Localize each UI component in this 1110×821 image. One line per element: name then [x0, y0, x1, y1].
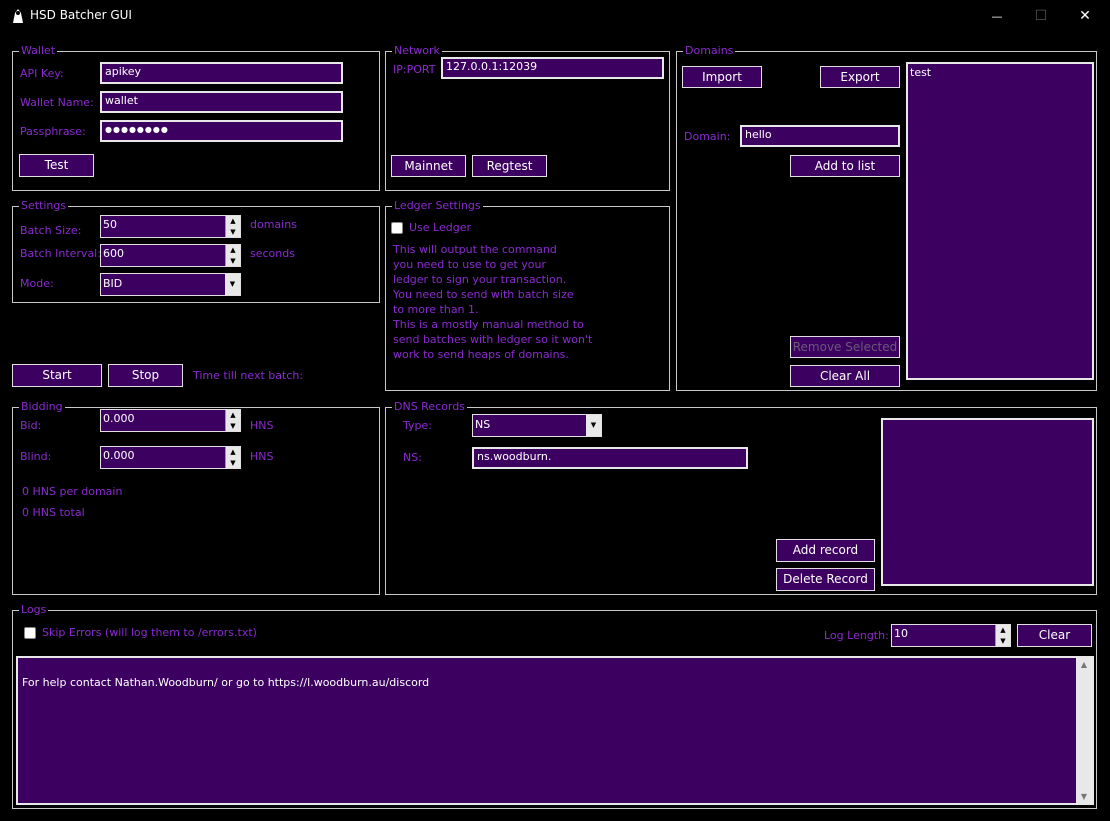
batch-size-spinbox[interactable]: 50 ▲ ▼	[100, 215, 241, 238]
spin-arrows-icon[interactable]: ▲ ▼	[225, 447, 240, 468]
minimize-button[interactable]: —	[974, 0, 1020, 32]
domain-input[interactable]: hello	[740, 125, 900, 147]
log-length-spinbox[interactable]: 10 ▲ ▼	[891, 624, 1011, 647]
start-button[interactable]: Start	[12, 364, 102, 387]
delete-record-button[interactable]: Delete Record	[776, 568, 875, 591]
record-type-label: Type:	[403, 419, 432, 432]
api-key-input[interactable]: apikey	[100, 62, 343, 84]
ledger-note-line: You need to send with batch size	[393, 288, 574, 301]
blind-spinbox[interactable]: 0.000 ▲ ▼	[100, 446, 241, 469]
api-key-label: API Key:	[20, 67, 64, 80]
passphrase-input[interactable]: ●●●●●●●●	[100, 120, 343, 142]
record-type-select[interactable]: NS ▼	[472, 414, 602, 437]
ledger-note-line: This is a mostly manual method to	[393, 318, 584, 331]
skip-errors-checkbox[interactable]	[24, 627, 36, 639]
ledger-note-line: you need to use to get your	[393, 258, 547, 271]
add-to-list-button[interactable]: Add to list	[790, 155, 900, 177]
maximize-icon: ☐	[1034, 8, 1048, 24]
blind-unit: HNS	[250, 450, 274, 463]
wallet-name-input[interactable]: wallet	[100, 91, 343, 113]
clear-log-button[interactable]: Clear	[1017, 624, 1092, 647]
ip-port-input[interactable]: 127.0.0.1:12039	[441, 57, 664, 79]
batch-size-label: Batch Size:	[20, 224, 82, 237]
blind-value: 0.000	[103, 449, 135, 462]
import-button[interactable]: Import	[682, 66, 762, 88]
bid-spinbox[interactable]: 0.000 ▲ ▼	[100, 409, 241, 432]
ledger-note-line: work to send heaps of domains.	[393, 348, 569, 361]
window-title: HSD Batcher GUI	[30, 8, 132, 22]
add-record-button[interactable]: Add record	[776, 539, 875, 562]
log-scrollbar[interactable]: ▲ ▼	[1076, 658, 1092, 803]
log-length-label: Log Length:	[824, 629, 889, 642]
stop-button[interactable]: Stop	[108, 364, 183, 387]
ledger-notes: This will output the command you need to…	[393, 242, 663, 362]
list-item[interactable]: test	[910, 66, 931, 79]
next-batch-label: Time till next batch:	[193, 369, 304, 382]
test-button[interactable]: Test	[19, 154, 94, 177]
maximize-button[interactable]: ☐	[1018, 0, 1064, 32]
bid-label: Bid:	[20, 419, 42, 432]
passphrase-label: Passphrase:	[20, 125, 86, 138]
log-output[interactable]: For help contact Nathan.Woodburn/ or go …	[16, 656, 1094, 805]
batch-interval-value: 600	[103, 247, 124, 260]
spin-arrows-icon[interactable]: ▲ ▼	[225, 216, 240, 237]
use-ledger-label: Use Ledger	[409, 221, 472, 234]
scroll-down-icon[interactable]: ▼	[1076, 792, 1092, 801]
ledger-note-line: This will output the command	[393, 243, 557, 256]
app-icon	[13, 9, 23, 23]
bidding-group	[12, 407, 380, 595]
dns-legend: DNS Records	[392, 400, 467, 413]
ledger-note-line: to more than 1.	[393, 303, 479, 316]
ledger-note-line: ledger to sign your transaction.	[393, 273, 567, 286]
logs-legend: Logs	[19, 603, 49, 616]
mainnet-button[interactable]: Mainnet	[391, 155, 466, 177]
blind-label: Blind:	[20, 450, 52, 463]
batch-interval-unit: seconds	[250, 247, 295, 260]
skip-errors-label: Skip Errors (will log them to /errors.tx…	[42, 626, 257, 639]
overall-total: 0 HNS total	[22, 506, 85, 519]
use-ledger-checkbox[interactable]	[391, 222, 403, 234]
mode-select[interactable]: BID ▼	[100, 273, 241, 296]
title-bar: HSD Batcher GUI — ☐ ✕	[0, 0, 1110, 32]
per-domain-total: 0 HNS per domain	[22, 485, 123, 498]
ns-input[interactable]: ns.woodburn.	[472, 447, 748, 469]
minimize-icon: —	[991, 9, 1003, 23]
ip-port-label: IP:PORT	[393, 63, 436, 76]
log-length-value: 10	[894, 627, 908, 640]
mode-label: Mode:	[20, 277, 54, 290]
wallet-legend: Wallet	[19, 44, 58, 57]
domain-list[interactable]: test	[906, 62, 1094, 380]
spin-arrows-icon[interactable]: ▲ ▼	[995, 625, 1010, 646]
regtest-button[interactable]: Regtest	[472, 155, 547, 177]
chevron-down-icon[interactable]: ▼	[225, 274, 240, 295]
domain-label: Domain:	[684, 130, 731, 143]
log-line: For help contact Nathan.Woodburn/ or go …	[22, 676, 430, 689]
bidding-legend: Bidding	[19, 400, 65, 413]
batch-interval-spinbox[interactable]: 600 ▲ ▼	[100, 244, 241, 267]
ledger-note-line: send batches with ledger so it won't	[393, 333, 593, 346]
batch-size-value: 50	[103, 218, 117, 231]
settings-legend: Settings	[19, 199, 69, 212]
remove-selected-button[interactable]: Remove Selected	[790, 336, 900, 358]
record-type-value: NS	[475, 418, 491, 431]
ns-label: NS:	[403, 451, 422, 464]
ledger-legend: Ledger Settings	[392, 199, 483, 212]
spin-arrows-icon[interactable]: ▲ ▼	[225, 245, 240, 266]
close-icon: ✕	[1079, 8, 1091, 24]
dns-record-list[interactable]	[881, 418, 1094, 586]
bid-value: 0.000	[103, 412, 135, 425]
network-legend: Network	[392, 44, 442, 57]
chevron-down-icon[interactable]: ▼	[586, 415, 601, 436]
clear-all-button[interactable]: Clear All	[790, 365, 900, 387]
scroll-up-icon[interactable]: ▲	[1076, 660, 1092, 669]
spin-arrows-icon[interactable]: ▲ ▼	[225, 410, 240, 431]
close-button[interactable]: ✕	[1062, 0, 1108, 32]
export-button[interactable]: Export	[820, 66, 900, 88]
mode-value: BID	[103, 277, 123, 290]
batch-size-unit: domains	[250, 218, 297, 231]
bid-unit: HNS	[250, 419, 274, 432]
batch-interval-label: Batch Interval:	[20, 247, 101, 260]
domains-legend: Domains	[683, 44, 736, 57]
wallet-name-label: Wallet Name:	[20, 96, 94, 109]
